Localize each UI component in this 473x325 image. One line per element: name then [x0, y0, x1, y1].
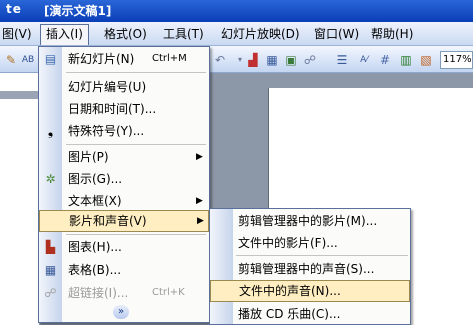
menu-tools[interactable]: 工具(T)	[161, 26, 206, 43]
menu-separator	[66, 234, 206, 235]
insert-table-icon[interactable]: ▦	[264, 52, 280, 68]
title-bar: te [演示文稿1]	[0, 0, 473, 22]
submenu-item-clip-movie[interactable]: 剪辑管理器中的影片(M)...	[210, 210, 410, 232]
menu-help[interactable]: 帮助(H)	[369, 26, 415, 43]
slide-design-icon[interactable]: ▧	[418, 52, 434, 68]
menu-item-label: 幻灯片编号(U)	[68, 80, 147, 94]
insert-menu: ▤ 新幻灯片(N) Ctrl+M 幻灯片编号(U) 日期和时间(T)... ❟ …	[38, 46, 210, 323]
submenu-arrow-icon: ▶	[197, 216, 204, 226]
menu-item-new-slide[interactable]: ▤ 新幻灯片(N) Ctrl+M	[39, 48, 209, 70]
menu-separator	[66, 72, 206, 73]
insert-chart-icon[interactable]: ▟	[245, 52, 261, 68]
menu-insert[interactable]: 插入(I)	[40, 24, 89, 45]
submenu-item-clip-sound[interactable]: 剪辑管理器中的声音(S)...	[210, 258, 410, 280]
window-title-fragment: te	[6, 2, 22, 16]
menu-format[interactable]: 格式(O)	[102, 26, 149, 43]
pane-tab-bar	[0, 91, 40, 99]
menu-item-table[interactable]: ▦ 表格(B)...	[39, 259, 209, 281]
submenu-item-label: 文件中的影片(F)...	[238, 236, 338, 250]
insert-picture-icon[interactable]: ▣	[283, 52, 299, 68]
menu-item-movies-sounds[interactable]: 影片和声音(V) ▶	[39, 210, 209, 232]
menu-window[interactable]: 窗口(W)	[312, 26, 361, 43]
new-slide-icon: ▤	[44, 52, 57, 66]
expand-menu-icon[interactable]: »	[113, 305, 129, 319]
submenu-item-label: 播放 CD 乐曲(C)...	[238, 307, 341, 321]
submenu-item-label: 剪辑管理器中的影片(M)...	[238, 214, 378, 228]
menu-item-text-box[interactable]: 文本框(X) ▶	[39, 190, 209, 212]
menu-item-picture[interactable]: 图片(P) ▶	[39, 146, 209, 168]
menu-item-label: 日期和时间(T)...	[68, 102, 157, 116]
menu-item-chart[interactable]: ▙ 图表(H)...	[39, 236, 209, 258]
hyperlink-icon: ☍	[44, 286, 57, 300]
submenu-item-play-cd[interactable]: 播放 CD 乐曲(C)...	[210, 303, 410, 325]
submenu-item-file-sound[interactable]: 文件中的声音(N)...	[210, 280, 410, 302]
menu-item-label: 文本框(X)	[68, 194, 122, 208]
menu-item-hyperlink[interactable]: ☍ 超链接(I)... Ctrl+K	[39, 282, 209, 304]
movies-sounds-submenu: 剪辑管理器中的影片(M)... 文件中的影片(F)... 剪辑管理器中的声音(S…	[209, 208, 411, 325]
menu-item-label: 图片(P)	[68, 150, 109, 164]
menu-item-label: 影片和声音(V)	[69, 214, 147, 228]
menu-item-label: 特殊符号(Y)...	[68, 124, 145, 138]
hyperlink-toolbar-icon[interactable]: ☍	[302, 52, 318, 68]
grid-icon[interactable]: #	[377, 52, 393, 68]
submenu-arrow-icon: ▶	[196, 196, 203, 206]
shortcut-label: Ctrl+K	[152, 287, 185, 298]
submenu-arrow-icon: ▶	[196, 152, 203, 162]
zoom-field[interactable]: 117%	[440, 51, 473, 69]
format-painter-icon[interactable]: ✎	[3, 52, 19, 68]
tables-borders-icon[interactable]: ☰	[334, 52, 350, 68]
outline-pane[interactable]	[0, 73, 40, 325]
chart-icon: ▙	[45, 240, 56, 254]
menu-item-label: 超链接(I)...	[68, 286, 129, 300]
menu-item-label: 图表(H)...	[68, 240, 122, 254]
menu-item-date-time[interactable]: 日期和时间(T)...	[39, 98, 209, 120]
menu-bar: 图(V) 插入(I) 格式(O) 工具(T) 幻灯片放映(D) 窗口(W) 帮助…	[0, 22, 473, 46]
menu-item-label: 表格(B)...	[68, 263, 122, 277]
menu-item-symbol[interactable]: ❟ 特殊符号(Y)...	[39, 120, 209, 142]
text-direction-icon[interactable]: A⁄	[356, 52, 372, 68]
symbol-icon: ❟	[47, 123, 54, 139]
submenu-item-file-movie[interactable]: 文件中的影片(F)...	[210, 232, 410, 254]
menu-item-diagram[interactable]: ✲ 图示(G)...	[39, 168, 209, 190]
submenu-item-label: 文件中的声音(N)...	[239, 284, 341, 298]
window-title: [演示文稿1]	[44, 4, 112, 18]
menu-slideshow[interactable]: 幻灯片放映(D)	[219, 26, 302, 43]
menu-item-label: 新幻灯片(N)	[68, 52, 135, 66]
menu-item-label: 图示(G)...	[68, 172, 123, 186]
menu-separator	[236, 255, 408, 256]
submenu-item-label: 剪辑管理器中的声音(S)...	[238, 262, 375, 276]
spelling-icon[interactable]: AB	[20, 52, 36, 68]
color-scheme-icon[interactable]: ▥	[398, 52, 414, 68]
diagram-icon: ✲	[45, 172, 56, 186]
menu-separator	[66, 144, 206, 145]
menu-item-slide-number[interactable]: 幻灯片编号(U)	[39, 76, 209, 98]
undo-icon[interactable]: ↶	[212, 52, 228, 68]
menu-view[interactable]: 图(V)	[0, 26, 34, 43]
shortcut-label: Ctrl+M	[152, 53, 187, 64]
table-icon: ▦	[44, 263, 57, 277]
